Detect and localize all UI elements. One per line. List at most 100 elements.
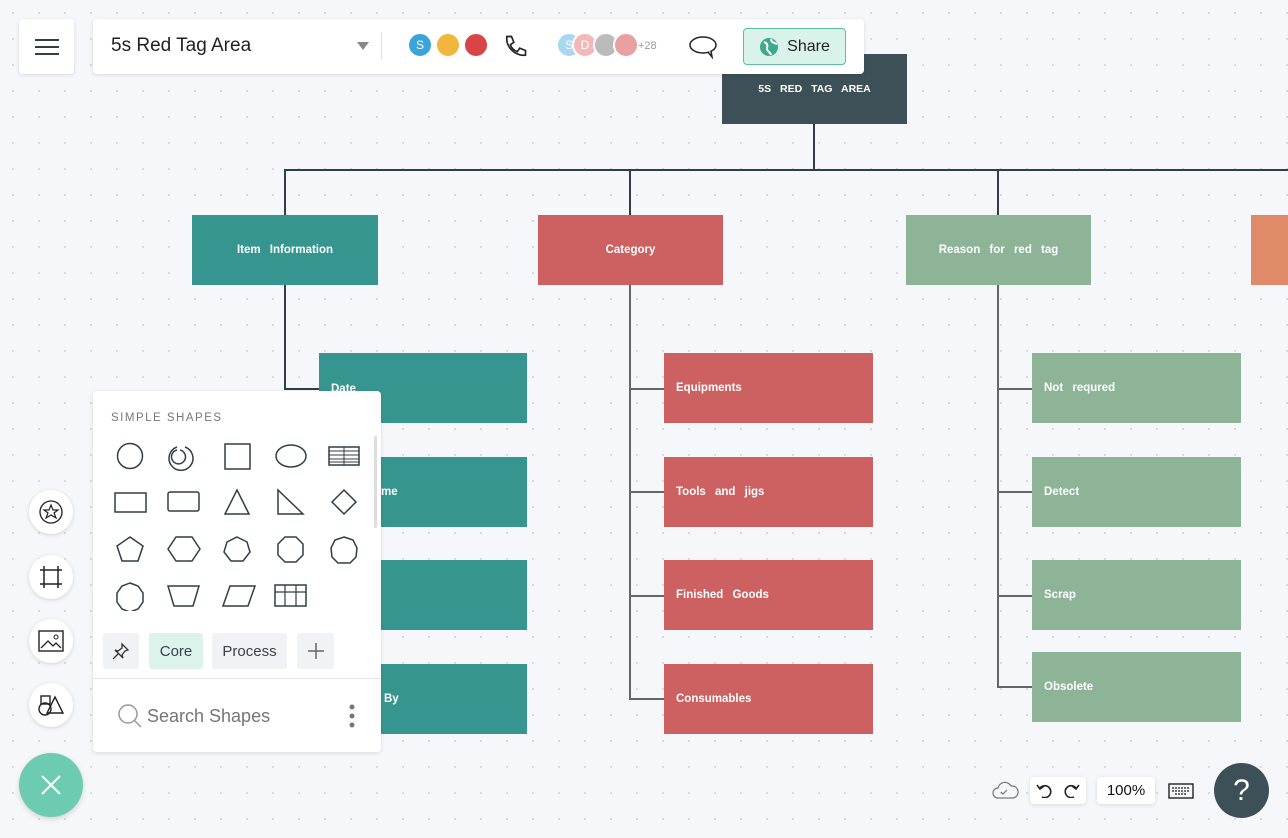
hexagon-shape[interactable]	[167, 536, 201, 562]
grid-table-shape[interactable]	[274, 584, 307, 607]
decagon-shape[interactable]	[116, 582, 144, 611]
help-button[interactable]: ?	[1214, 763, 1269, 818]
triangle-shape[interactable]	[223, 488, 251, 515]
branch-reason[interactable]: Reason for red tag	[906, 215, 1091, 285]
ellipse-shape[interactable]	[275, 444, 307, 468]
child-node[interactable]: Equipments	[664, 353, 873, 423]
node-label: Equipments	[676, 382, 742, 394]
arc-shape[interactable]	[168, 446, 194, 472]
image-icon	[38, 630, 64, 652]
help-icon: ?	[1233, 773, 1250, 807]
node-label: Item Information	[236, 244, 334, 256]
rectangle-shape[interactable]	[114, 492, 147, 513]
child-node[interactable]: Consumables	[664, 664, 873, 734]
child-node[interactable]: Finished Goods	[664, 560, 873, 630]
tab-label: Core	[159, 642, 193, 660]
connector	[997, 491, 1032, 493]
connector	[629, 595, 664, 597]
parallelogram-shape[interactable]	[221, 585, 257, 607]
diamond-shape[interactable]	[330, 488, 358, 516]
cloud-saved-icon	[992, 781, 1019, 799]
connector	[997, 686, 1032, 688]
table-shape[interactable]	[328, 446, 360, 466]
avatar[interactable]	[435, 32, 461, 58]
circle-shape[interactable]	[116, 442, 144, 470]
collaborator-count[interactable]: +28	[638, 40, 657, 52]
child-node[interactable]: Detect	[1032, 457, 1241, 527]
divider	[381, 32, 382, 60]
octagon-shape[interactable]	[277, 536, 304, 563]
tab-process[interactable]: Process	[212, 633, 287, 669]
node-label: Tools and jigs	[676, 486, 765, 498]
menu-button[interactable]	[19, 19, 74, 74]
node-label: Obsolete	[1044, 681, 1094, 693]
search-shapes-input[interactable]	[147, 702, 327, 730]
shape-grid	[114, 442, 360, 611]
redo-icon[interactable]	[1062, 782, 1080, 798]
connector	[284, 169, 1288, 171]
document-title[interactable]: 5s Red Tag Area	[111, 35, 251, 57]
avatar[interactable]	[613, 32, 639, 58]
close-icon	[41, 775, 61, 795]
frame-icon	[40, 566, 62, 588]
shapes-button[interactable]	[29, 683, 73, 727]
top-toolbar: 5s Red Tag Area S S D +28 Share	[93, 19, 864, 74]
connector	[997, 595, 1032, 597]
connector	[284, 285, 286, 389]
favorite-shapes-button[interactable]	[29, 490, 73, 534]
node-label: me	[381, 486, 398, 498]
phone-icon[interactable]	[501, 33, 529, 61]
connector	[284, 169, 286, 215]
frame-button[interactable]	[29, 555, 73, 599]
star-icon	[39, 500, 63, 524]
keyboard-icon[interactable]	[1168, 783, 1194, 799]
shapes-panel: SIMPLE SHAPES Core Process	[93, 391, 381, 752]
avatar[interactable]	[463, 32, 489, 58]
comment-icon[interactable]	[688, 35, 718, 59]
connector	[284, 388, 319, 390]
child-node[interactable]: Tools and jigs	[664, 457, 873, 527]
add-library-button[interactable]	[297, 633, 334, 669]
undo-redo-group	[1030, 777, 1086, 804]
node-label: Reason for red tag	[938, 244, 1059, 256]
rounded-rectangle-shape[interactable]	[167, 491, 200, 512]
pin-tab[interactable]	[103, 633, 139, 669]
connector	[629, 491, 664, 493]
node-label: By	[384, 693, 399, 705]
title-dropdown-icon[interactable]	[357, 42, 369, 51]
right-triangle-shape[interactable]	[277, 488, 305, 515]
avatar[interactable]: S	[407, 32, 433, 58]
close-panel-fab[interactable]	[19, 753, 83, 817]
node-label: Finished Goods	[676, 589, 769, 601]
square-shape[interactable]	[224, 443, 251, 470]
nonagon-shape[interactable]	[330, 536, 358, 564]
child-node[interactable]: Scrap	[1032, 560, 1241, 630]
connector	[629, 698, 664, 700]
share-label: Share	[787, 37, 830, 55]
zoom-level[interactable]: 100%	[1097, 777, 1155, 804]
tab-core[interactable]: Core	[149, 633, 203, 669]
search-icon	[118, 704, 142, 728]
share-button[interactable]: Share	[743, 28, 846, 65]
trapezoid-shape[interactable]	[166, 585, 201, 607]
connector	[629, 169, 631, 215]
heptagon-shape[interactable]	[223, 536, 251, 562]
image-button[interactable]	[29, 619, 73, 663]
connector	[997, 285, 999, 688]
pentagon-shape[interactable]	[116, 536, 144, 562]
connector	[629, 388, 664, 390]
child-node[interactable]: Obsolete	[1032, 652, 1241, 722]
branch-offscreen[interactable]	[1251, 215, 1288, 285]
node-label: Detect	[1044, 486, 1080, 498]
more-options-icon[interactable]	[349, 704, 355, 728]
pin-icon	[112, 642, 130, 660]
connector	[997, 169, 999, 215]
hamburger-icon	[34, 38, 59, 55]
child-node[interactable]: Not requred	[1032, 353, 1241, 423]
branch-category[interactable]: Category	[538, 215, 723, 285]
branch-item-information[interactable]: Item Information	[192, 215, 378, 285]
node-label: Scrap	[1044, 589, 1076, 601]
tab-label: Process	[222, 642, 277, 660]
undo-icon[interactable]	[1036, 782, 1054, 798]
connector	[813, 124, 815, 171]
